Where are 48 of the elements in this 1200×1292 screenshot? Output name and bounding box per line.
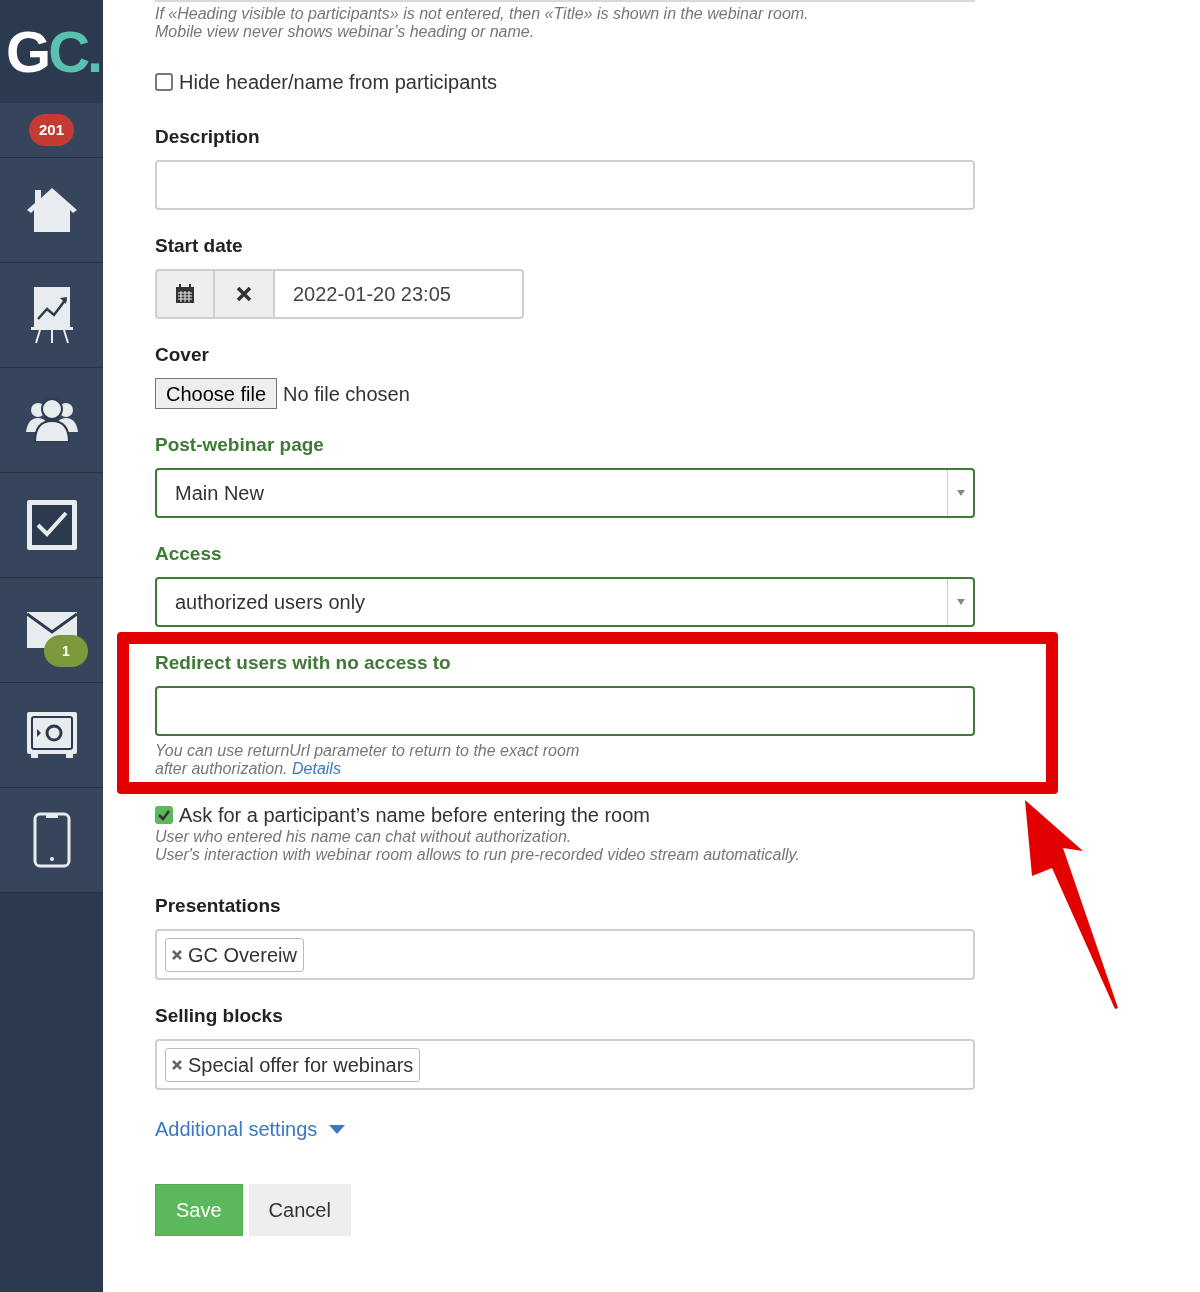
tag-chip: GC Overeiw bbox=[165, 937, 304, 972]
tag-chip: Special offer for webinars bbox=[165, 1047, 421, 1082]
calendar-icon bbox=[175, 284, 195, 304]
help-text: after authorization. bbox=[155, 760, 288, 777]
date-input[interactable]: 2022-01-20 23:05 bbox=[273, 269, 524, 319]
caret-icon bbox=[329, 1124, 346, 1134]
smartphone-icon[interactable] bbox=[32, 812, 71, 868]
help-text: Mobile view never shows webinar’s heading or name. bbox=[155, 23, 536, 41]
tag-input[interactable]: GC Overeiw bbox=[155, 929, 975, 980]
details-link[interactable]: Details bbox=[292, 760, 341, 777]
field-label: Post-webinar page bbox=[155, 433, 325, 457]
checkbox-label: Hide header/name from participants bbox=[179, 70, 497, 95]
field-label: Start date bbox=[155, 234, 244, 258]
field-label: Redirect users with no access to bbox=[155, 651, 452, 675]
checkbox[interactable] bbox=[155, 73, 173, 91]
choose-file-button[interactable]: Choose file bbox=[155, 378, 278, 409]
checkbox-label: Ask for a participant’s name before entering the room bbox=[179, 803, 650, 828]
notification-badge: 1 bbox=[44, 635, 88, 667]
help-text: User who entered his name can chat without authorization. bbox=[155, 828, 573, 846]
field-label: Cover bbox=[155, 343, 210, 367]
cancel-button[interactable]: Cancel bbox=[248, 1184, 351, 1236]
select-dropdown[interactable]: authorized users only bbox=[155, 577, 975, 627]
dropdown-caret-icon bbox=[956, 599, 965, 605]
field-label: Description bbox=[155, 125, 261, 149]
help-text: User's interaction with webinar room allows to run pre-recorded video stream automatically. bbox=[155, 846, 801, 864]
select-dropdown[interactable]: Main New bbox=[155, 468, 975, 518]
help-text: If «Heading visible to participants» is not entered, then «Title» is shown in the webinar room. bbox=[155, 5, 810, 23]
remove-icon[interactable] bbox=[172, 949, 182, 960]
additional-settings-link[interactable]: Additional settings bbox=[155, 1114, 346, 1144]
clear-button[interactable] bbox=[213, 269, 273, 319]
tag-input[interactable]: Special offer for webinars bbox=[155, 1039, 975, 1090]
logo: GC. bbox=[5, 17, 102, 86]
field-label: Presentations bbox=[155, 894, 282, 918]
notification-badge: 201 bbox=[29, 114, 74, 146]
dropdown-caret-icon bbox=[956, 490, 965, 496]
users-icon[interactable] bbox=[24, 398, 79, 442]
close-icon bbox=[236, 286, 252, 302]
safe-icon[interactable] bbox=[25, 711, 78, 759]
field-label: Selling blocks bbox=[155, 1004, 284, 1028]
calendar-button[interactable] bbox=[155, 269, 213, 319]
checkbox-icon[interactable] bbox=[25, 499, 78, 551]
file-status: No file chosen bbox=[283, 381, 410, 407]
remove-icon[interactable] bbox=[172, 1059, 182, 1070]
text-input[interactable] bbox=[155, 686, 975, 736]
field-label: Access bbox=[155, 542, 223, 566]
checkbox[interactable] bbox=[155, 806, 173, 824]
presentation-chart-icon[interactable] bbox=[29, 285, 74, 345]
help-text: You can use returnUrl parameter to return to the exact room bbox=[155, 742, 581, 760]
